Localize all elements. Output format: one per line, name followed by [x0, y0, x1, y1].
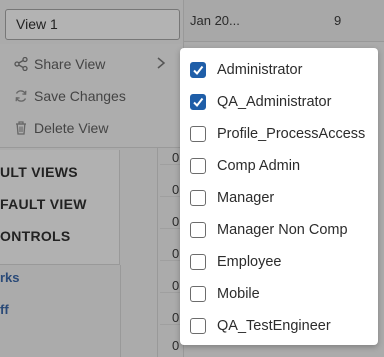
grid-cell: 0: [172, 214, 180, 229]
sidebar-heading: ULT VIEWS: [0, 164, 78, 180]
grid-header-date: Jan 20...: [190, 13, 240, 28]
checkbox[interactable]: [190, 318, 206, 334]
chevron-right-icon: [156, 56, 166, 73]
delete-view-label: Delete View: [34, 120, 109, 136]
grid-header-value: 9: [334, 13, 342, 28]
refresh-icon: [12, 87, 30, 105]
checkbox[interactable]: [190, 222, 206, 238]
role-option[interactable]: Manager Non Comp: [190, 218, 376, 242]
sidebar-heading[interactable]: FAULT VIEW: [0, 196, 87, 212]
checkbox[interactable]: [190, 286, 206, 302]
delete-view-menu-item[interactable]: Delete View: [12, 116, 178, 140]
view-selector[interactable]: View 1: [5, 9, 180, 40]
checkbox[interactable]: [190, 254, 206, 270]
role-label: QA_TestEngineer: [217, 318, 331, 334]
role-label: Employee: [217, 254, 282, 270]
sidebar-heading[interactable]: ONTROLS: [0, 228, 71, 244]
role-option[interactable]: Comp Admin: [190, 154, 376, 178]
share-icon: [12, 55, 30, 73]
grid-cell: 0: [172, 150, 180, 165]
sidebar-link[interactable]: rks: [0, 270, 20, 285]
grid-cell: 0: [172, 182, 180, 197]
role-option[interactable]: Employee: [190, 250, 376, 274]
checkmark-icon: [193, 65, 204, 76]
role-option[interactable]: Profile_ProcessAccess: [190, 122, 376, 146]
checkbox-checked[interactable]: [190, 94, 206, 110]
share-view-roles-popup: Administrator QA_Administrator Profile_Pro…: [180, 48, 378, 345]
role-label: Manager Non Comp: [217, 222, 348, 238]
checkmark-icon: [193, 97, 204, 108]
role-label: Comp Admin: [217, 158, 301, 174]
grid-column-divider: [157, 148, 158, 357]
save-changes-label: Save Changes: [34, 88, 126, 104]
saved-views-panel: ULT VIEWS FAULT VIEW ONTROLS: [0, 150, 120, 265]
grid-cell: 0: [172, 310, 180, 325]
checkbox[interactable]: [190, 126, 206, 142]
role-label: Administrator: [217, 62, 303, 78]
grid-header-row: Jan 20... 9: [183, 0, 384, 42]
sidebar-link[interactable]: ff: [0, 302, 9, 317]
role-option[interactable]: Administrator: [190, 58, 376, 82]
role-label: Mobile: [217, 286, 260, 302]
checkbox[interactable]: [190, 190, 206, 206]
role-option[interactable]: QA_Administrator: [190, 90, 376, 114]
trash-icon: [12, 119, 30, 137]
grid-cell: 0: [172, 338, 180, 353]
save-changes-menu-item[interactable]: Save Changes: [12, 84, 178, 108]
share-view-label: Share View: [34, 56, 106, 72]
grid-cell: 0: [172, 278, 180, 293]
checkbox[interactable]: [190, 158, 206, 174]
grid-cell: 0: [172, 246, 180, 261]
role-option[interactable]: QA_TestEngineer: [190, 314, 376, 338]
role-label: Manager: [217, 190, 275, 206]
role-option[interactable]: Mobile: [190, 282, 376, 306]
role-label: Profile_ProcessAccess: [217, 126, 366, 142]
share-view-menu-item[interactable]: Share View: [12, 52, 178, 76]
role-option[interactable]: Manager: [190, 186, 376, 210]
grid-column-divider: [120, 265, 121, 357]
view-selector-value: View 1: [16, 16, 58, 32]
view-actions-menu: Share View Save Changes Delete View: [0, 44, 184, 148]
checkbox-checked[interactable]: [190, 62, 206, 78]
role-label: QA_Administrator: [217, 94, 332, 110]
